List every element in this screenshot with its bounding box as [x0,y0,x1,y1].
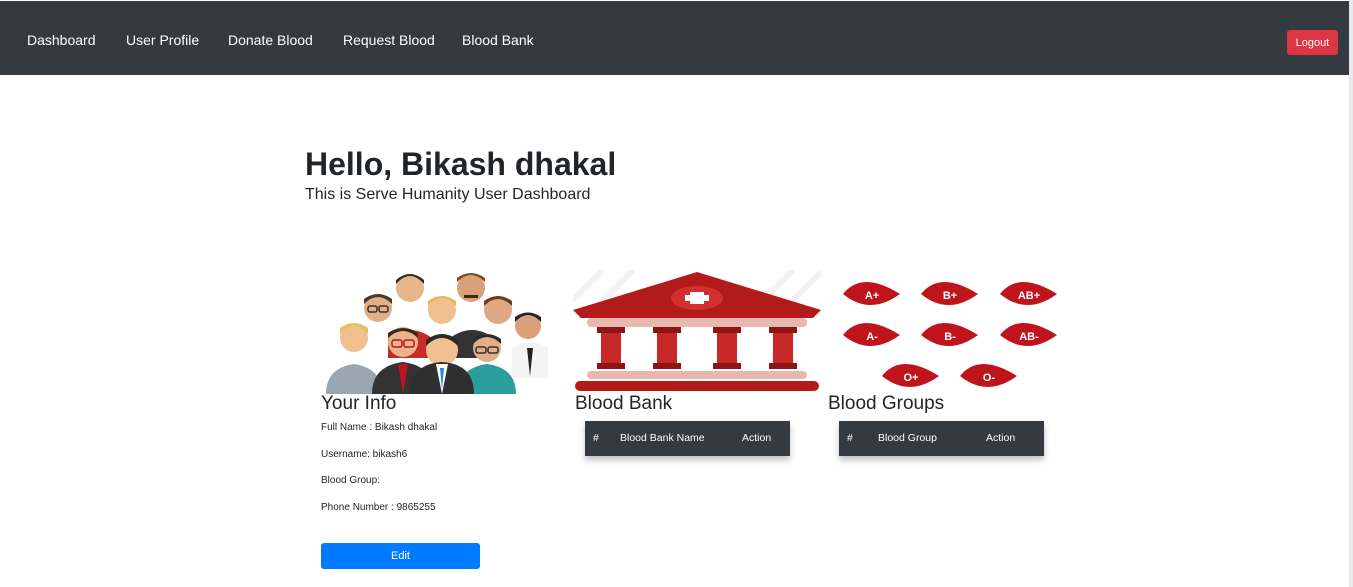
people-group-icon [326,273,548,394]
nav-dashboard[interactable]: Dashboard [27,32,96,48]
drop-label-ab-pos: AB+ [1018,290,1040,302]
info-blood-group: Blood Group: [321,475,380,486]
blood-drop: B+ [921,282,978,305]
logout-button[interactable]: Logout [1287,30,1338,55]
page-scrollbar[interactable] [1349,0,1353,587]
drop-label-o-neg: O- [983,372,996,384]
blood-drop: O- [960,364,1017,387]
nav-user-profile[interactable]: User Profile [126,32,199,48]
table-header-index: # [593,432,599,444]
your-info-title: Your Info [321,393,397,414]
table-header-action: Action [742,432,772,444]
blood-drop: AB- [1000,323,1057,346]
blood-bank-building-icon [573,270,821,391]
nav-donate-blood[interactable]: Donate Blood [228,32,313,48]
table-header-bank-name: Blood Bank Name [620,432,705,444]
table-header-action: Action [986,432,1016,444]
blood-drop: A- [843,323,900,346]
nav-request-blood[interactable]: Request Blood [343,32,435,48]
info-phone: Phone Number : 9865255 [321,502,436,513]
blood-drop: O+ [882,364,939,387]
page-title: Hello, Bikash dhakal [305,146,617,182]
info-full-name: Full Name : Bikash dhakal [321,422,438,433]
drop-label-b-pos: B+ [943,290,957,302]
blood-groups-drops-icon: A+ B+ AB+ A- B- AB- O+ O- [843,282,1057,387]
blood-drop: AB+ [1000,282,1057,305]
blood-bank-table: # Blood Bank Name Action [585,421,790,456]
blood-groups-table: # Blood Group Action [839,421,1044,456]
page-subtitle: This is Serve Humanity User Dashboard [305,186,591,203]
drop-label-a-pos: A+ [865,290,879,302]
drop-label-o-pos: O+ [904,372,919,384]
blood-groups-title: Blood Groups [828,393,945,414]
blood-drop: A+ [843,282,900,305]
drop-label-ab-neg: AB- [1019,331,1039,343]
drop-label-a-neg: A- [866,331,878,343]
top-navbar: Dashboard User Profile Donate Blood Requ… [0,0,1349,75]
nav-blood-bank[interactable]: Blood Bank [462,32,534,48]
table-header-index: # [847,432,853,444]
blood-bank-title: Blood Bank [575,393,673,414]
blood-drop: B- [921,323,978,346]
edit-button[interactable]: Edit [321,543,480,569]
table-header-blood-group: Blood Group [878,432,937,444]
drop-label-b-neg: B- [944,331,956,343]
info-username: Username: bikash6 [321,449,408,460]
